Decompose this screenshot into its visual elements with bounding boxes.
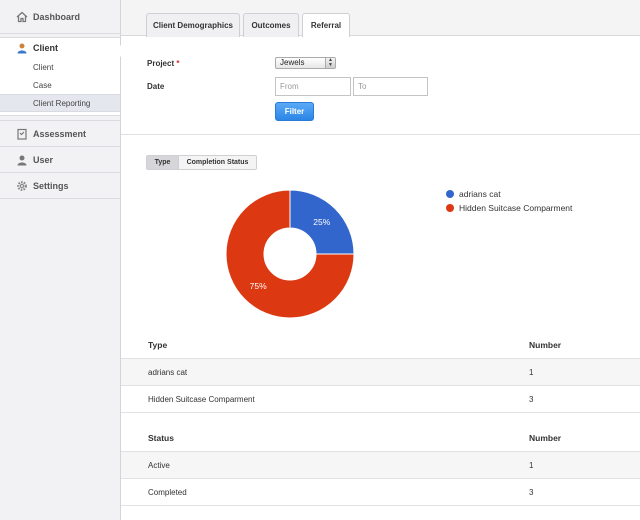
tab-referral[interactable]: Referral	[302, 13, 350, 37]
column-header: Status	[148, 433, 174, 443]
sidebar-item-settings[interactable]: Settings	[0, 173, 120, 199]
date-to-input[interactable]: To	[353, 77, 428, 96]
status-table: Status Number Active 1 Completed 3	[121, 425, 640, 506]
sidebar-item-assessment[interactable]: Assessment	[0, 121, 120, 147]
client-submenu: Client Case Client Reporting	[0, 58, 120, 116]
tab-bar: Client Demographics Outcomes Referral	[121, 0, 640, 37]
legend-item[interactable]: adrians cat	[446, 187, 572, 201]
donut-chart: 25% 75%	[225, 189, 355, 319]
project-select-value: Jewels	[280, 58, 305, 67]
checklist-icon	[16, 128, 28, 140]
toggle-type[interactable]: Type	[147, 156, 179, 169]
toggle-completion-status[interactable]: Completion Status	[179, 156, 256, 169]
slice-label: 75%	[250, 281, 267, 291]
gear-icon	[16, 180, 28, 192]
legend-label: adrians cat	[459, 189, 501, 199]
sidebar-item-user[interactable]: User	[0, 147, 120, 173]
submenu-item-client[interactable]: Client	[0, 58, 120, 76]
required-mark: *	[176, 59, 180, 68]
project-label: Project *	[147, 59, 179, 68]
table-cell: 1	[529, 460, 534, 470]
sidebar-item-label: Client	[33, 43, 59, 53]
sidebar-item-label: User	[33, 154, 54, 165]
select-arrows-icon: ▲ ▼	[325, 58, 335, 68]
table-cell: Completed	[148, 487, 187, 497]
table-cell: 3	[529, 487, 534, 497]
main-content: Client Demographics Outcomes Referral Pr…	[121, 0, 640, 520]
table-row: Active 1	[121, 452, 640, 479]
legend-swatch	[446, 204, 454, 212]
sidebar-item-dashboard[interactable]: Dashboard	[0, 0, 120, 34]
legend-item[interactable]: Hidden Suitcase Comparment	[446, 201, 572, 215]
table-cell: adrians cat	[148, 367, 188, 377]
column-header: Type	[148, 340, 168, 350]
table-cell: 3	[529, 394, 534, 404]
table-cell: 1	[529, 367, 534, 377]
chart-legend: adrians cat Hidden Suitcase Comparment	[446, 187, 572, 215]
home-icon	[16, 11, 28, 23]
column-header: Number	[529, 433, 562, 443]
tab-outcomes[interactable]: Outcomes	[243, 13, 299, 37]
user-icon	[16, 42, 28, 54]
submenu-item-case[interactable]: Case	[0, 76, 120, 94]
legend-label: Hidden Suitcase Comparment	[459, 203, 573, 213]
sidebar-item-label: Settings	[33, 180, 69, 191]
tab-client-demographics[interactable]: Client Demographics	[146, 13, 240, 37]
submenu-item-client-reporting[interactable]: Client Reporting	[0, 94, 120, 112]
type-table: Type Number adrians cat 1 Hidden Suitcas…	[121, 332, 640, 413]
table-row: Hidden Suitcase Comparment 3	[121, 386, 640, 413]
table-row: Completed 3	[121, 479, 640, 506]
slice-label: 25%	[313, 217, 330, 227]
table-cell: Active	[148, 460, 170, 470]
sidebar-item-label: Dashboard	[33, 11, 81, 22]
filter-button[interactable]: Filter	[275, 102, 314, 121]
table-header: Status Number	[121, 425, 640, 452]
table-cell: Hidden Suitcase Comparment	[148, 394, 255, 404]
project-label-text: Project	[147, 59, 175, 68]
table-row: adrians cat 1	[121, 359, 640, 386]
table-header: Type Number	[121, 332, 640, 359]
sidebar: Dashboard Client Client Case Client Repo…	[0, 0, 121, 520]
project-select[interactable]: Jewels ▲ ▼	[275, 57, 336, 69]
user-icon	[16, 154, 28, 166]
legend-swatch	[446, 190, 454, 198]
date-label: Date	[147, 82, 165, 91]
sidebar-item-client[interactable]: Client	[0, 38, 121, 58]
column-header: Number	[529, 340, 562, 350]
date-from-input[interactable]: From	[275, 77, 351, 96]
filter-form: Project * Jewels ▲ ▼ Date From To Filter	[121, 37, 640, 135]
chart-mode-toggle: Type Completion Status	[146, 155, 257, 170]
sidebar-item-label: Assessment	[33, 128, 87, 139]
